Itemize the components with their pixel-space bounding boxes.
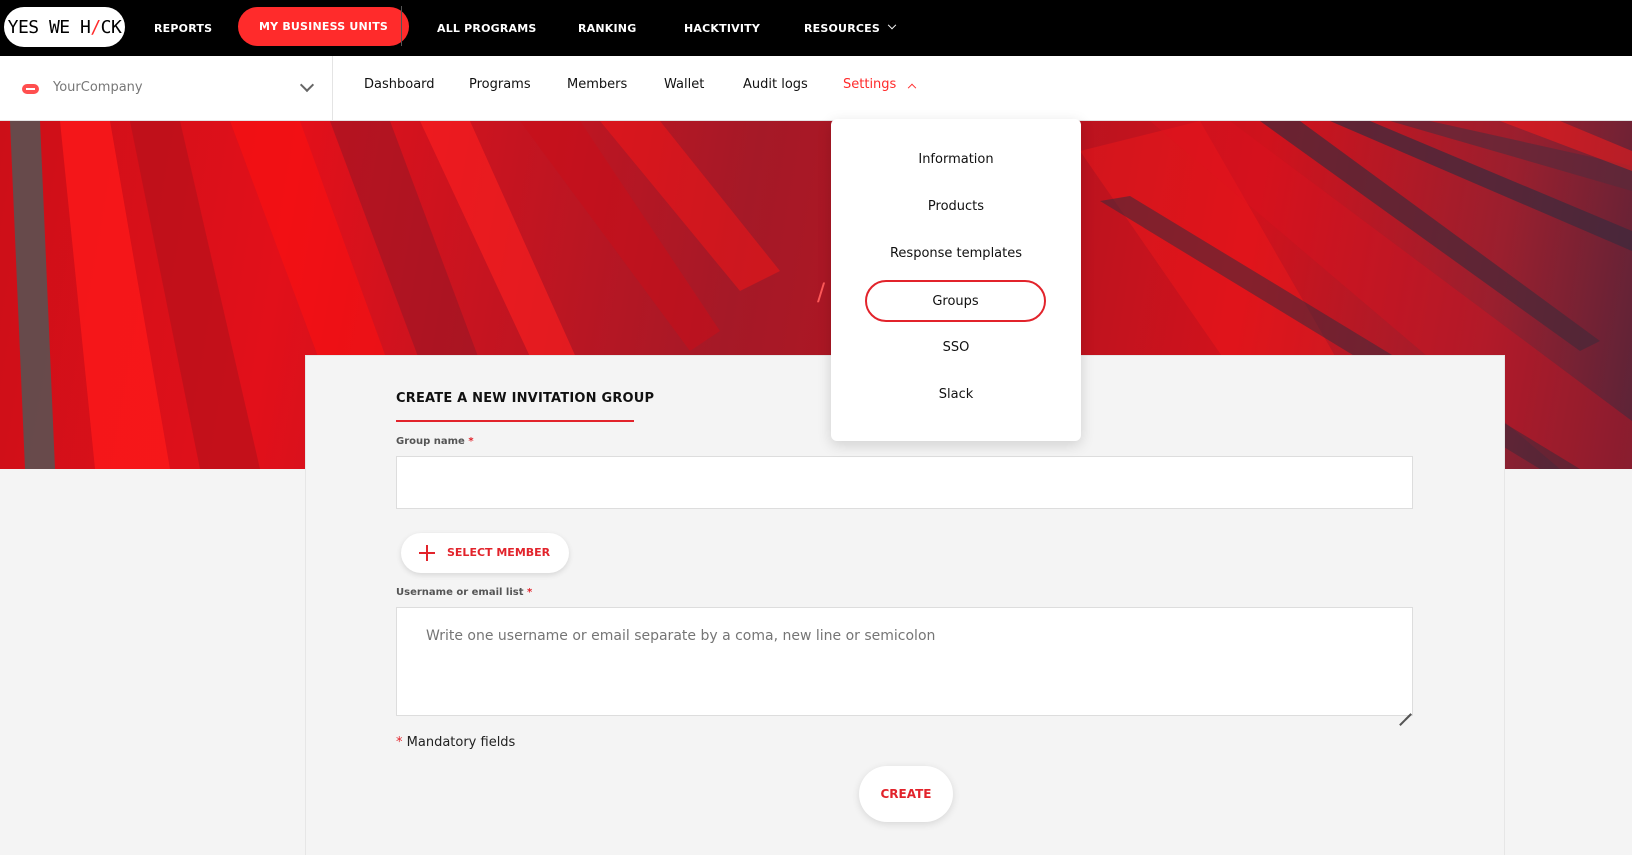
menu-item-response-templates[interactable]: Response templates [831,246,1081,261]
subnav-settings[interactable]: Settings [843,77,917,93]
subnav-settings-label: Settings [843,77,897,92]
nav-reports[interactable]: REPORTS [154,0,212,56]
company-name: YourCompany [53,80,143,95]
page-title: CREATE A NEW INVITATION GROUP [396,391,655,406]
group-name-label: Group name * [396,436,474,447]
menu-item-sso[interactable]: SSO [831,340,1081,355]
userlist-label-text: Username or email list [396,587,524,598]
logo-text-left: YES WE H [7,16,91,38]
subnav-dashboard[interactable]: Dashboard [364,77,435,92]
group-name-input[interactable] [396,456,1413,509]
nav-divider [401,6,402,46]
select-member-button[interactable]: SELECT MEMBER [401,533,569,573]
menu-item-slack[interactable]: Slack [831,387,1081,402]
create-button[interactable]: CREATE [859,766,953,822]
settings-dropdown-menu: Information Products Response templates … [831,119,1081,441]
menu-item-information[interactable]: Information [831,152,1081,167]
chevron-down-icon [887,20,897,30]
select-member-label: SELECT MEMBER [447,546,551,559]
yeswehack-logo[interactable]: YES WE H / CK [4,7,125,47]
required-mark: * [396,735,403,750]
subnav-members[interactable]: Members [567,77,627,92]
subnav-audit-logs[interactable]: Audit logs [743,77,808,92]
required-mark: * [468,436,474,447]
chevron-up-icon [908,83,917,93]
userlist-textarea[interactable] [396,607,1413,716]
logo-slash: / [90,16,101,38]
resize-handle-icon[interactable] [1399,702,1411,714]
nav-all-programs[interactable]: ALL PROGRAMS [437,0,537,56]
plus-icon [419,545,435,561]
nav-my-business-units[interactable]: MY BUSINESS UNITS [238,7,410,46]
company-logo-icon [22,84,39,94]
company-selector[interactable]: YourCompany [0,56,333,121]
top-navigation-bar: YES WE H / CK REPORTS MY BUSINESS UNITS AL… [0,0,1632,56]
subnav-programs[interactable]: Programs [469,77,531,92]
nav-ranking[interactable]: RANKING [578,0,636,56]
subnav-wallet[interactable]: Wallet [664,77,704,92]
chevron-down-icon [299,77,315,93]
title-underline [396,420,634,422]
userlist-label: Username or email list * [396,587,532,598]
mandatory-note: * Mandatory fields [396,735,515,750]
logo-text-right: CK [100,16,122,38]
nav-resources[interactable]: RESOURCES [804,0,897,56]
menu-item-groups[interactable]: Groups [865,280,1046,322]
mandatory-note-text: Mandatory fields [406,735,516,750]
business-unit-subnav: YourCompany Dashboard Programs Members W… [0,56,1632,121]
group-name-label-text: Group name [396,436,465,447]
breadcrumb-slash: / [817,278,826,306]
required-mark: * [526,587,533,598]
nav-resources-label: RESOURCES [804,21,880,35]
menu-item-products[interactable]: Products [831,199,1081,214]
nav-hacktivity[interactable]: HACKTIVITY [684,0,760,56]
